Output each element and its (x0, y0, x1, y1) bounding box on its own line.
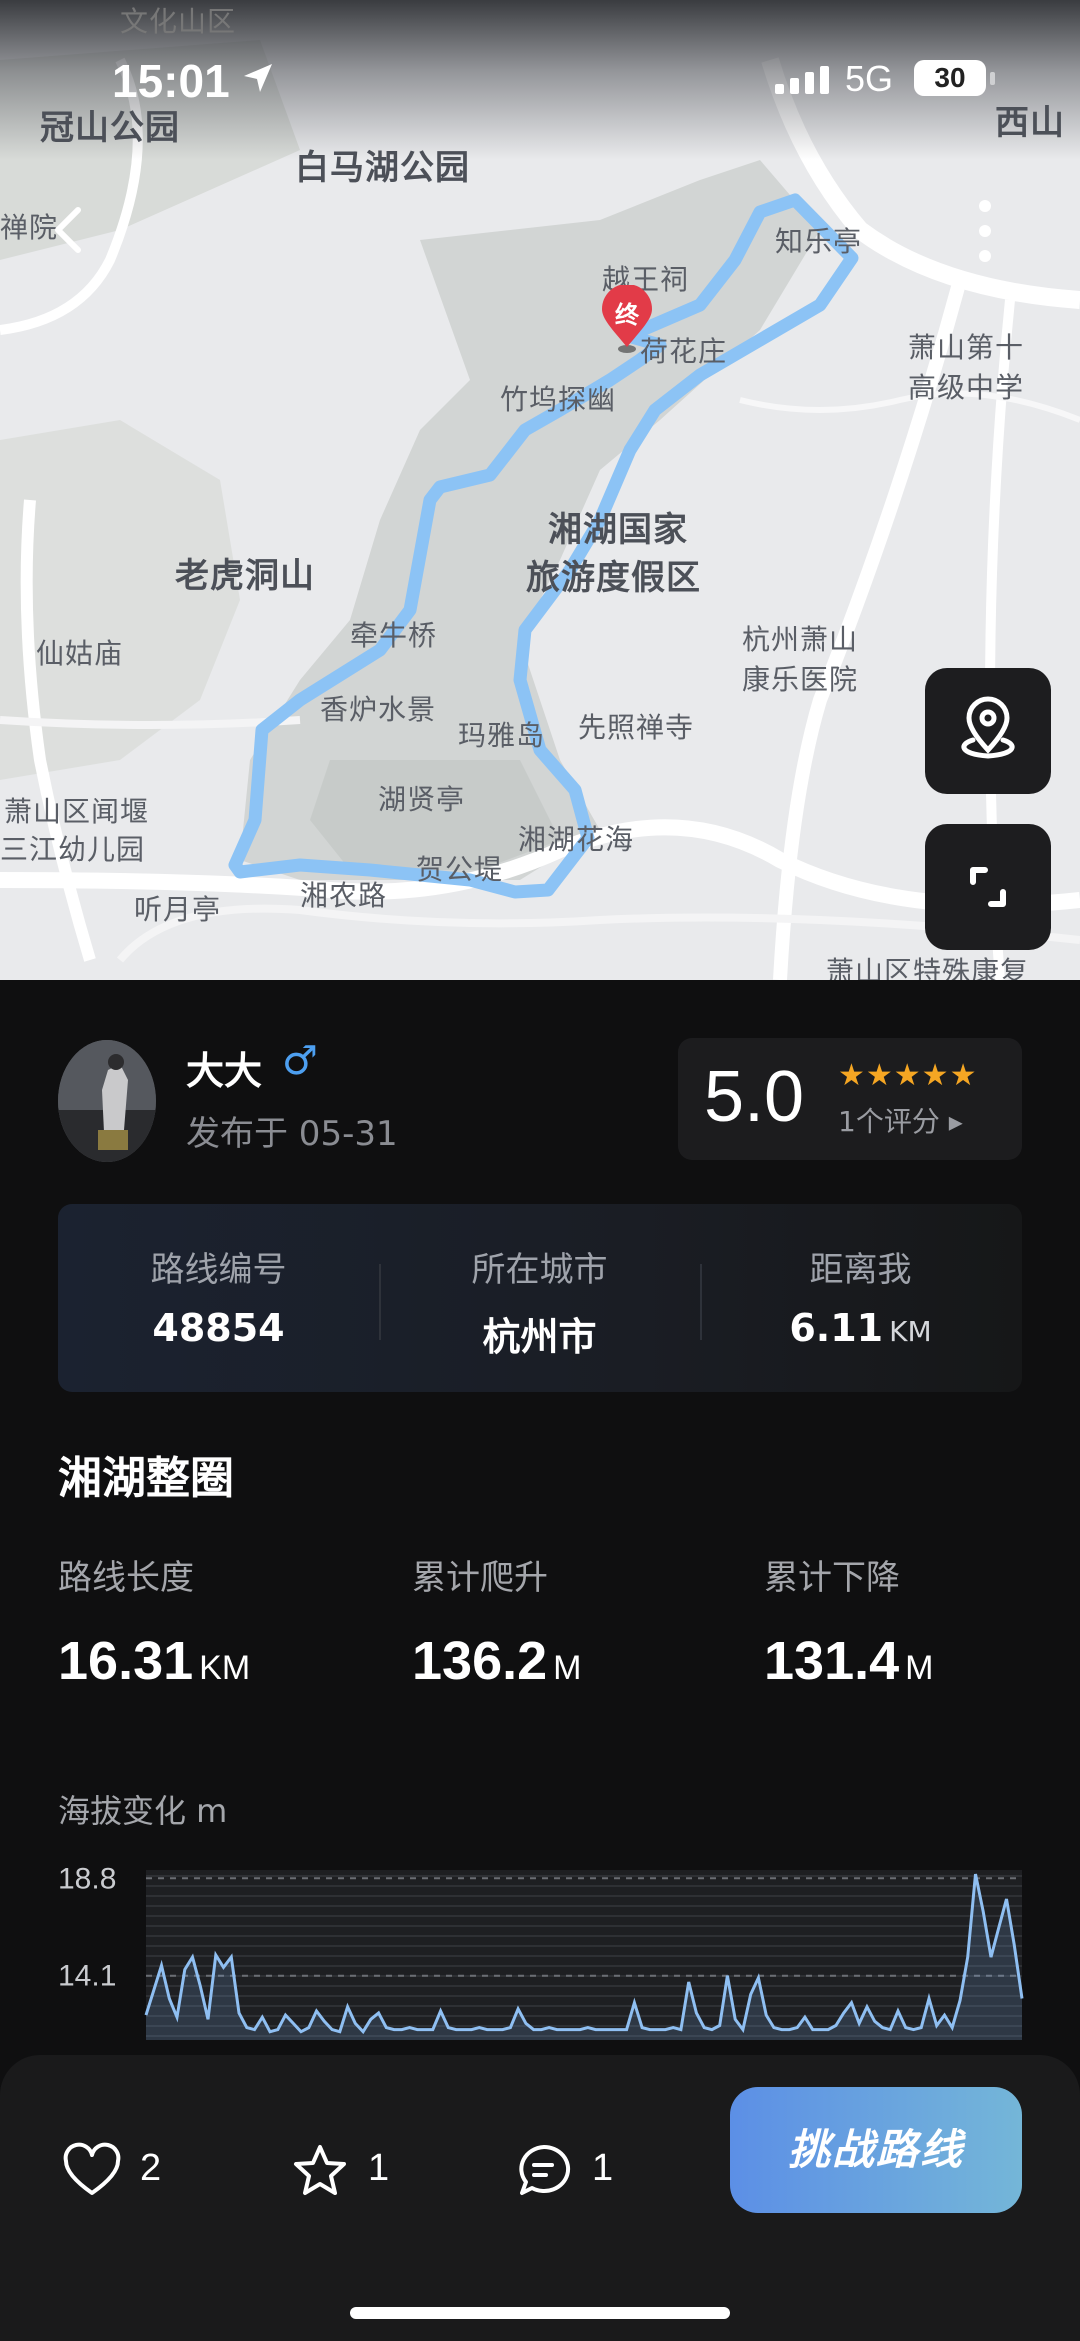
challenge-route-button[interactable]: 挑战路线 (730, 2087, 1022, 2213)
rating-count: 1个评分 ▸ (838, 1105, 963, 1138)
more-icon[interactable] (960, 196, 1010, 266)
elevation-title: 海拔变化 m (58, 1792, 228, 1830)
map-label-xianzhao: 先照禅寺 (578, 711, 695, 744)
stat-length-value: 16.31 (58, 1631, 194, 1691)
elevation-chart[interactable]: 18.8 14.1 (0, 1860, 1080, 2040)
stat-descent-label: 累计下降 (764, 1558, 900, 1598)
heart-icon (63, 2142, 121, 2195)
status-bar: 15:01 5G 30 (0, 54, 1080, 114)
comment-icon (519, 2144, 571, 2195)
fullscreen-icon (970, 867, 1006, 907)
rating-card[interactable]: 5.0 ★★★★★ 1个评分 ▸ (678, 1038, 1022, 1160)
map-label-special: 萧山区特殊康复 (826, 955, 1030, 980)
stat-ascent-value-row: 136.2 M (412, 1630, 581, 1692)
stat-descent: 累计下降 131.4 M (764, 1550, 933, 1691)
city-value: 杭州市 (482, 1315, 597, 1359)
home-indicator (350, 2307, 730, 2319)
star-icon (294, 2145, 346, 2195)
route-id-value: 48854 (152, 1306, 285, 1350)
stat-ascent-value: 136.2 (412, 1631, 548, 1691)
stat-descent-value-row: 131.4 M (764, 1630, 933, 1692)
distance-value: 6.11 (789, 1306, 884, 1350)
route-id-block: 路线编号 48854 (58, 1204, 379, 1392)
stat-length-label: 路线长度 (58, 1558, 194, 1598)
locate-button[interactable] (925, 668, 1051, 794)
publish-date: 发布于 05-31 (186, 1114, 398, 1154)
city-label: 所在城市 (471, 1250, 608, 1290)
map-label-maya: 玛雅岛 (458, 719, 546, 752)
map-label-top: 文化山区 (120, 5, 237, 38)
map-label-qianniu: 牵牛桥 (350, 619, 438, 652)
comment-count: 1 (592, 2147, 614, 2189)
gender-male-icon: ♂ (282, 1038, 318, 1084)
distance-label: 距离我 (809, 1250, 912, 1290)
map-label-hosp-2: 康乐医院 (742, 663, 859, 696)
stat-descent-value: 131.4 (764, 1631, 900, 1691)
map-label-xianghu-1: 湘湖国家 (548, 510, 688, 550)
status-time: 15:01 (112, 55, 230, 107)
signal-icon (775, 66, 829, 94)
map-label-xianghu-2: 旅游度假区 (526, 558, 701, 598)
city-block: 所在城市 杭州市 (379, 1204, 700, 1392)
author-name[interactable]: 大大 (186, 1040, 262, 1095)
map-label-xiaoshan10-1: 萧山第十 (908, 331, 1025, 364)
map-label-tingyue: 听月亭 (134, 893, 222, 926)
map-label-xianglu: 香炉水景 (320, 693, 437, 726)
rating-score: 5.0 (704, 1057, 805, 1137)
end-marker-label: 终 (615, 301, 639, 329)
network-type: 5G (845, 58, 894, 99)
route-info-card: 路线编号 48854 所在城市 杭州市 距离我 6.11 KM (58, 1204, 1022, 1392)
map-label-xiangu: 仙姑庙 (36, 637, 124, 670)
favorite-count: 1 (368, 2147, 390, 2189)
avatar[interactable] (58, 1040, 156, 1162)
map-label-huahai: 湘湖花海 (518, 823, 635, 856)
distance-unit: KM (889, 1315, 932, 1348)
map-label-kg-1: 萧山区闻堰 (4, 795, 150, 828)
back-icon[interactable] (40, 200, 100, 260)
distance-value-row: 6.11 KM (700, 1306, 1021, 1350)
fullscreen-button[interactable] (925, 824, 1051, 950)
map-label-xiaoshan10-2: 高级中学 (908, 371, 1025, 404)
route-map[interactable]: 文化山区 冠山公园 白马湖公园 西山 禅院 知乐亭 越王祠 荷花庄 竹坞探幽 萧… (0, 0, 1080, 980)
route-title: 湘湖整圈 (58, 1453, 234, 1504)
stat-ascent-label: 累计爬升 (412, 1558, 548, 1598)
stat-length-value-row: 16.31 KM (58, 1630, 250, 1692)
stat-ascent: 累计爬升 136.2 M (412, 1550, 581, 1691)
chart-y-tick-label: 18.8 (58, 1862, 116, 1895)
map-label-zhuwu: 竹坞探幽 (500, 383, 617, 416)
stat-ascent-unit: M (553, 1649, 582, 1687)
rating-stars-icon: ★★★★★ (838, 1058, 978, 1093)
map-label-kg-2: 三江幼儿园 (0, 833, 146, 866)
bottom-action-bar: 2 1 1 挑战路线 (0, 2055, 1080, 2341)
route-end-marker[interactable]: 终 (598, 284, 656, 355)
stat-length: 路线长度 16.31 KM (58, 1550, 250, 1691)
location-pin-icon (961, 696, 1015, 759)
stat-length-unit: KM (199, 1649, 251, 1687)
distance-block: 距离我 6.11 KM (700, 1204, 1021, 1392)
map-label-hosp-1: 杭州萧山 (742, 623, 859, 656)
map-label-huxian: 湖贤亭 (378, 783, 466, 816)
like-count: 2 (140, 2147, 162, 2189)
stat-descent-unit: M (905, 1649, 934, 1687)
location-arrow-icon (244, 64, 272, 92)
map-label-laohu: 老虎洞山 (175, 556, 315, 596)
map-label-zhile: 知乐亭 (775, 225, 863, 258)
map-label-baima: 白马湖公园 (295, 148, 470, 188)
chart-y-tick-label: 14.1 (58, 1960, 116, 1993)
avatar-image (58, 1040, 156, 1162)
battery-icon: 30 (914, 60, 986, 96)
map-label-xiangnong: 湘农路 (300, 879, 388, 912)
route-id-label: 路线编号 (150, 1250, 287, 1290)
map-label-hegong: 贺公堤 (416, 853, 504, 886)
